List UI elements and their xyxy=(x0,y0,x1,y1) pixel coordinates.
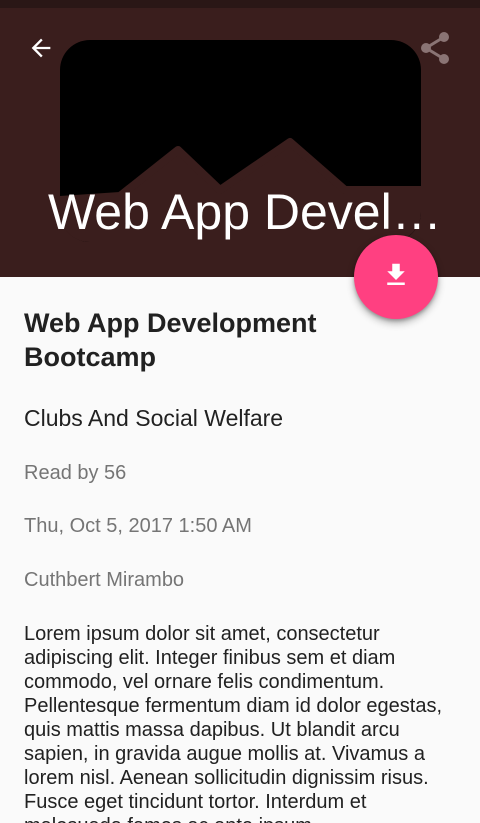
back-button[interactable] xyxy=(18,27,64,73)
post-category: Clubs And Social Welfare xyxy=(24,405,284,431)
download-button[interactable] xyxy=(354,235,438,319)
share-button[interactable] xyxy=(412,27,458,73)
post-date: Thu, Oct 5, 2017 1:50 AM xyxy=(24,515,252,537)
post-title: Web App Development Bootcamp xyxy=(24,308,317,372)
download-icon xyxy=(381,260,411,295)
header-image: Web App Devel… xyxy=(0,0,480,277)
event-detail-screen: Web App Devel… Web App Development Bootc… xyxy=(0,0,480,823)
read-count: Read by 56 xyxy=(24,462,127,484)
status-bar xyxy=(0,0,480,8)
post-content: Web App Development Bootcamp Clubs And S… xyxy=(24,306,444,823)
back-arrow-icon xyxy=(27,34,55,67)
post-body: Lorem ipsum dolor sit amet, consectetur … xyxy=(24,623,443,823)
share-icon xyxy=(417,30,453,71)
header-title: Web App Devel… xyxy=(48,184,438,240)
post-author: Cuthbert Mirambo xyxy=(24,569,185,591)
